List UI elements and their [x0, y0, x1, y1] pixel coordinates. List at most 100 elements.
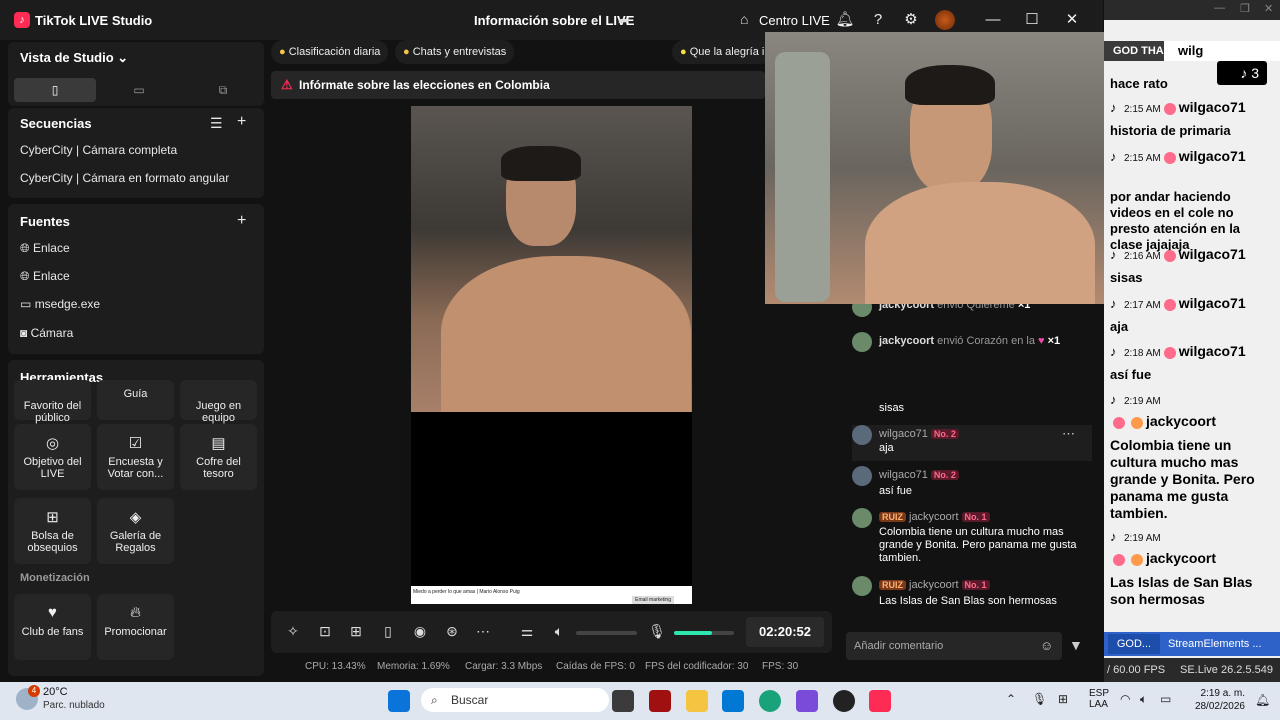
volume-icon[interactable]: 🔈︎	[1140, 692, 1147, 707]
source-item[interactable]: 🌐︎ Enlace	[20, 269, 70, 284]
tool-guia[interactable]: Guía	[97, 380, 174, 420]
edit-scene-icon[interactable]: ⊡	[315, 623, 335, 640]
language-indicator[interactable]: ESP LAA	[1089, 688, 1109, 710]
overlay-titlebar: — ❐ ✕	[1104, 0, 1280, 20]
globe-icon: 🌐︎	[20, 241, 30, 255]
mic-tray-icon[interactable]: 🎙︎	[1032, 692, 1047, 706]
source-item[interactable]: 🌐︎ Enlace	[20, 241, 70, 256]
source-item[interactable]: ◙ Cámara	[20, 326, 73, 340]
speaker-icon[interactable]: 🔈︎	[549, 623, 569, 640]
source-item[interactable]: ▭ msedge.exe	[20, 297, 100, 311]
minimize-icon[interactable]: —	[983, 10, 1003, 30]
rank-badge: No. 1	[961, 580, 990, 590]
chat-message[interactable]: wilgaco71 No. 2 aja ⋯	[852, 425, 1092, 461]
overlay-tab-god[interactable]: GOD...	[1108, 634, 1160, 654]
studio-view-title[interactable]: Vista de Studio ⌄	[20, 50, 128, 66]
home-icon[interactable]: ⌂	[740, 11, 748, 27]
sequence-item[interactable]: CyberCity | Cámara en formato angular	[20, 171, 229, 185]
volume-slider[interactable]	[576, 631, 637, 635]
share-icon[interactable]: ➦	[618, 12, 630, 29]
avatar[interactable]	[935, 10, 955, 30]
settings-icon[interactable]: ⚙	[901, 10, 921, 30]
live-info-title[interactable]: Información sobre el LIVE	[474, 13, 634, 28]
bell-icon[interactable]: 🔔︎	[835, 10, 855, 30]
clock-time[interactable]: 2:19 a. m.	[1195, 688, 1245, 699]
replay-icon[interactable]: ⊛	[442, 623, 462, 640]
chat-icon: ●	[403, 46, 410, 58]
overlay-meta: jackycoort	[1110, 413, 1216, 430]
app-icon[interactable]	[649, 690, 671, 712]
overlay-meta: ♪ 2:17 AM wilgaco71	[1110, 295, 1246, 312]
overlay-meta: ♪ 2:18 AM wilgaco71	[1110, 343, 1246, 360]
taskbar-search[interactable]: ⌕ Buscar	[421, 688, 609, 712]
add-sequence-icon[interactable]: +	[237, 113, 246, 131]
fan-badge: RUIZ	[879, 580, 906, 590]
landscape-layout-icon[interactable]: ▭	[98, 78, 180, 102]
obs-icon[interactable]	[833, 690, 855, 712]
restore-icon[interactable]: ❐	[1240, 2, 1250, 15]
more-options-icon[interactable]: ⋯	[1062, 426, 1075, 442]
badge-icon	[1163, 250, 1176, 263]
overlay-tab-streamelements[interactable]: StreamElements ...	[1168, 634, 1262, 654]
tool-objetivo[interactable]: ◎ Objetivo del LIVE	[14, 424, 91, 490]
mixer-icon[interactable]: ⚌	[517, 623, 537, 640]
edge-icon[interactable]	[759, 690, 781, 712]
add-source-icon[interactable]: +	[237, 212, 246, 230]
clock-date[interactable]: 28/02/2026	[1186, 701, 1245, 712]
email-marketing-button: Email marketing	[632, 596, 674, 604]
portrait-layout-icon[interactable]: ▯	[14, 78, 96, 102]
multi-layout-icon[interactable]: ⧉	[182, 78, 264, 102]
mic-icon[interactable]: 🎙︎	[647, 623, 667, 640]
centro-live-button[interactable]: Centro LIVE	[759, 13, 830, 28]
tiktok-icon: ♪	[1110, 296, 1117, 311]
tool-galeria[interactable]: ◈ Galería de Regalos	[97, 498, 174, 564]
comment-input[interactable]: Añadir comentario	[846, 632, 1062, 660]
magic-icon[interactable]: ✧	[283, 623, 303, 640]
overlay-meta: jackycoort	[1110, 550, 1216, 567]
tools-panel: Herramientas Favorito del público Guía J…	[8, 360, 264, 676]
pill-alegria[interactable]: ● Que la alegría i	[672, 40, 773, 64]
preview-video-strip: Miedo a perder lo que amas | Mario Alons…	[411, 586, 692, 604]
notification-icon[interactable]: 🔔︎	[1255, 693, 1270, 707]
maximize-icon[interactable]: ☐	[1022, 10, 1042, 30]
tray-icon[interactable]: ⊞	[1058, 692, 1068, 706]
store-icon[interactable]	[722, 690, 744, 712]
tiktok-studio-icon[interactable]	[869, 690, 891, 712]
filter-icon[interactable]: ▼	[1069, 637, 1083, 653]
tool-promocionar[interactable]: 🔥︎ Promocionar	[97, 594, 174, 660]
close-icon[interactable]: ✕	[1264, 2, 1273, 15]
folder-icon[interactable]	[686, 690, 708, 712]
pill-clasificacion[interactable]: ● Clasificación diaria	[271, 40, 389, 64]
tool-club-fans[interactable]: ♥ Club de fans	[14, 594, 91, 660]
tool-juego[interactable]: Juego en equipo	[180, 380, 257, 424]
hair-shape	[905, 65, 995, 105]
mic-level-bar[interactable]	[674, 631, 734, 635]
tiktok-icon: ♪	[1110, 100, 1117, 115]
app-icon[interactable]	[796, 690, 818, 712]
chevron-up-icon[interactable]: ⌃	[1006, 692, 1016, 706]
wifi-icon[interactable]: ◠	[1120, 692, 1130, 706]
layout-icon[interactable]: ⊞	[346, 623, 366, 640]
record-icon[interactable]: ◉	[410, 623, 430, 640]
windows-start-icon[interactable]	[388, 690, 410, 712]
more-icon[interactable]: ⋯	[473, 623, 493, 640]
tool-encuesta[interactable]: ☑ Encuesta y Votar con...	[97, 424, 174, 490]
minimize-icon[interactable]: —	[1214, 2, 1225, 14]
help-icon[interactable]: ?	[868, 10, 888, 30]
tool-bolsa[interactable]: ⊞ Bolsa de obsequios	[14, 498, 91, 564]
close-icon[interactable]: ✕	[1062, 10, 1082, 30]
hair-shape	[501, 146, 581, 181]
badge-icon	[1113, 417, 1125, 430]
list-icon[interactable]: ☰	[210, 115, 223, 132]
tool-favorito[interactable]: Favorito del público	[14, 380, 91, 424]
battery-icon[interactable]: ▭	[1160, 692, 1171, 706]
windows-taskbar	[0, 682, 1280, 720]
phone-icon[interactable]: ▯	[378, 623, 398, 640]
tool-cofre[interactable]: ▤ Cofre del tesoro	[180, 424, 257, 490]
election-alert[interactable]: ⚠ Infórmate sobre las elecciones en Colom…	[271, 71, 765, 99]
warning-icon: ⚠	[281, 77, 293, 92]
sequence-item[interactable]: CyberCity | Cámara completa	[20, 143, 177, 157]
pill-chats[interactable]: ● Chats y entrevistas	[395, 40, 515, 64]
emoji-icon[interactable]: ☺	[1040, 638, 1053, 653]
task-view-icon[interactable]	[612, 690, 634, 712]
